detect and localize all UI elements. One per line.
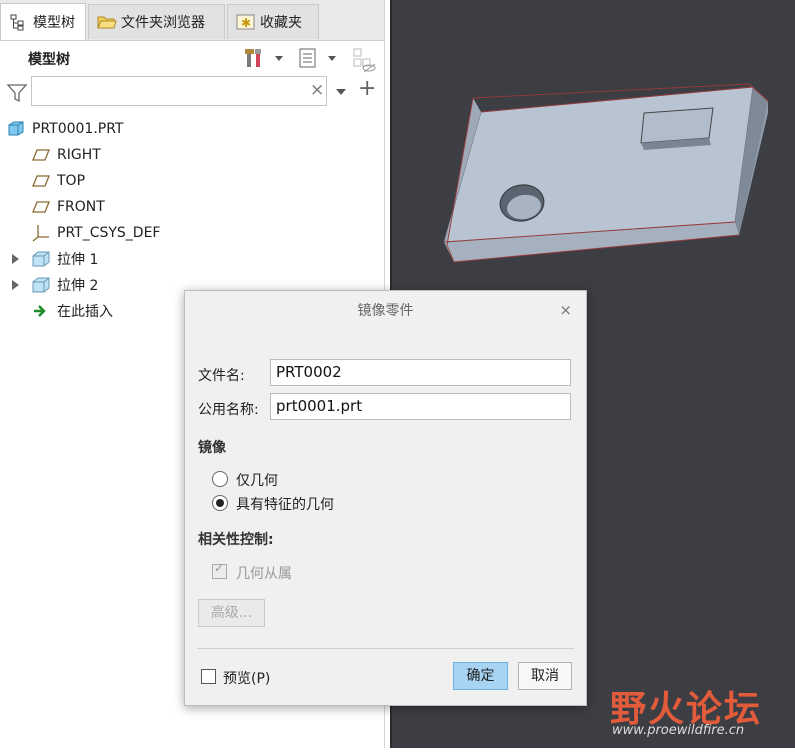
tree-search-input[interactable] (31, 76, 327, 106)
tree-item-label: RIGHT (57, 147, 101, 163)
tree-item-right[interactable]: RIGHT (31, 142, 101, 168)
search-dropdown-icon[interactable] (336, 89, 346, 95)
dependency-section-heading: 相关性控制: (198, 532, 274, 548)
file-name-label: 文件名: (198, 368, 245, 384)
csys-icon (31, 223, 51, 243)
insert-arrow-icon (31, 301, 51, 321)
tree-item-label: FRONT (57, 199, 105, 215)
expand-arrow-icon[interactable] (12, 254, 19, 264)
extrude-icon (31, 249, 51, 269)
settings-tools-icon[interactable] (243, 47, 265, 69)
mirror-part-dialog: 镜像零件 × 文件名: PRT0002 公用名称: prt0001.prt 镜像… (184, 290, 587, 706)
tree-item-extrude-1[interactable]: 拉伸 1 (12, 246, 99, 272)
favorites-icon: ✱ (236, 13, 255, 31)
tree-item-front[interactable]: FRONT (31, 194, 105, 220)
common-name-label: 公用名称: (198, 402, 259, 418)
settings-dropdown-icon[interactable] (275, 56, 283, 61)
advanced-button: 高级... (198, 599, 265, 627)
tree-item-insert-here[interactable]: 在此插入 (31, 298, 113, 324)
folder-icon (97, 13, 117, 31)
filter-icon[interactable] (6, 82, 28, 104)
tree-item-label: 拉伸 2 (57, 278, 99, 294)
panel-tab-bar: 模型树 文件夹浏览器 ✱ 收藏夹 (0, 0, 384, 41)
app-window: 模型树 文件夹浏览器 ✱ 收藏夹 模型树 × + PRT0001.PRT RIG… (0, 0, 795, 748)
show-dropdown-icon[interactable] (328, 56, 336, 61)
part-icon (6, 119, 26, 139)
tab-folder-browser[interactable]: 文件夹浏览器 (88, 4, 225, 39)
file-name-field[interactable]: PRT0002 (270, 359, 571, 386)
tab-label: 收藏夹 (260, 15, 302, 31)
radio-geometry-with-features-label[interactable]: 具有特征的几何 (236, 494, 334, 514)
tab-favorites[interactable]: ✱ 收藏夹 (227, 4, 319, 39)
extrude-icon (31, 275, 51, 295)
close-icon[interactable]: × (559, 301, 572, 319)
tree-item-extrude-2[interactable]: 拉伸 2 (12, 272, 99, 298)
geometry-dependent-label: 几何从属 (236, 566, 292, 582)
add-column-icon[interactable]: + (358, 78, 376, 100)
show-options-icon[interactable] (297, 47, 319, 69)
tree-item-label: 拉伸 1 (57, 252, 99, 268)
radio-geometry-with-features[interactable] (212, 495, 228, 511)
watermark-url: www.proewildfire.cn (612, 723, 745, 738)
datum-plane-icon (31, 197, 51, 217)
tree-columns-icon[interactable] (352, 47, 376, 73)
tree-item-label: TOP (57, 173, 86, 189)
datum-plane-icon (31, 171, 51, 191)
tree-header: 模型树 (0, 41, 384, 75)
geometry-dependent-checkbox (212, 561, 227, 579)
radio-geometry-only[interactable] (212, 471, 228, 487)
tab-model-tree[interactable]: 模型树 (0, 3, 86, 40)
ok-button[interactable]: 确定 (453, 662, 508, 690)
tree-root[interactable]: PRT0001.PRT (6, 116, 124, 142)
tree-item-csys[interactable]: PRT_CSYS_DEF (31, 220, 160, 246)
svg-text:✱: ✱ (241, 16, 251, 30)
tree-item-label: 在此插入 (57, 304, 113, 320)
dialog-divider (197, 648, 574, 649)
radio-geometry-only-label[interactable]: 仅几何 (236, 470, 278, 490)
mirror-section-heading: 镜像 (198, 440, 226, 456)
tree-root-label: PRT0001.PRT (32, 121, 124, 137)
expand-arrow-icon[interactable] (12, 280, 19, 290)
model-tree-icon (9, 13, 27, 31)
preview-checkbox[interactable] (201, 669, 216, 684)
common-name-field[interactable]: prt0001.prt (270, 393, 571, 420)
datum-plane-icon (31, 145, 51, 165)
dialog-title: 镜像零件 (357, 303, 414, 319)
tab-label: 文件夹浏览器 (121, 15, 205, 31)
tab-label: 模型树 (33, 15, 75, 31)
tree-title: 模型树 (28, 52, 70, 68)
clear-search-icon[interactable]: × (310, 80, 324, 100)
cancel-button[interactable]: 取消 (518, 662, 572, 690)
tree-item-label: PRT_CSYS_DEF (57, 225, 161, 241)
preview-label[interactable]: 预览(P) (223, 668, 270, 688)
tree-item-top[interactable]: TOP (31, 168, 85, 194)
filter-row: × + (0, 76, 384, 110)
